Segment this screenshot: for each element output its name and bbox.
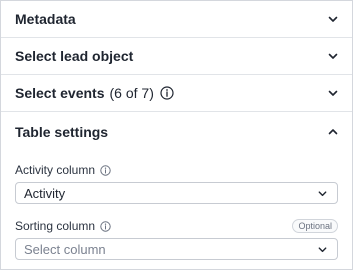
- section-title-table-settings: Table settings: [15, 123, 109, 140]
- events-count: (6 of 7): [109, 85, 154, 101]
- activity-column-label-row: Activity column: [15, 161, 338, 179]
- chevron-down-icon[interactable]: [326, 86, 340, 100]
- activity-column-select[interactable]: Activity: [15, 182, 338, 204]
- section-table-settings[interactable]: Table settings: [1, 112, 352, 151]
- chevron-up-icon[interactable]: [326, 125, 340, 139]
- chevron-down-icon[interactable]: [326, 12, 340, 26]
- activity-column-label: Activity column: [15, 163, 96, 177]
- chevron-down-icon: [315, 242, 329, 256]
- sorting-column-placeholder: Select column: [24, 241, 106, 257]
- activity-column-field: Activity column Activity: [15, 161, 338, 204]
- sorting-column-field: Sorting column Optional Select column: [15, 217, 338, 260]
- info-icon[interactable]: [100, 164, 111, 176]
- table-settings-body: Activity column Activity Sorting column …: [1, 151, 352, 260]
- section-title-lead-object: Select lead object: [15, 48, 134, 64]
- info-icon[interactable]: [160, 86, 174, 100]
- section-title-metadata: Metadata: [15, 11, 76, 27]
- chevron-down-icon: [315, 186, 329, 200]
- settings-panel: Metadata Select lead object Select event…: [0, 0, 353, 270]
- info-icon[interactable]: [100, 220, 111, 232]
- section-title-events: Select events: [15, 85, 105, 101]
- sorting-column-select[interactable]: Select column: [15, 238, 338, 260]
- activity-column-value: Activity: [24, 185, 66, 201]
- sorting-column-label: Sorting column: [15, 219, 96, 233]
- section-metadata[interactable]: Metadata: [1, 1, 352, 38]
- sorting-column-label-row: Sorting column Optional: [15, 217, 338, 235]
- optional-badge: Optional: [292, 219, 338, 233]
- chevron-down-icon[interactable]: [326, 49, 340, 63]
- section-events[interactable]: Select events (6 of 7): [1, 75, 352, 112]
- section-lead-object[interactable]: Select lead object: [1, 38, 352, 75]
